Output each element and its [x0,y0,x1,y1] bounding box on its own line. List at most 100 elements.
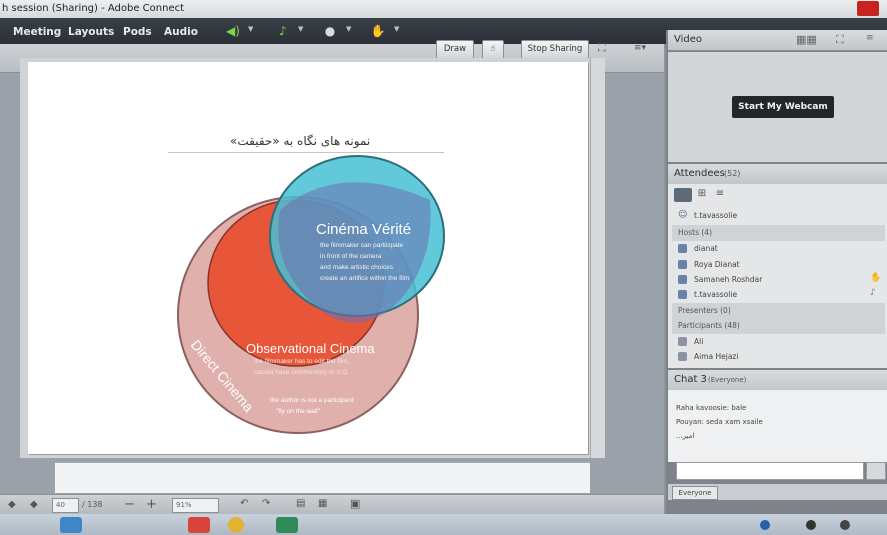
chat-pod-body [668,390,887,462]
page-number-field[interactable]: 40 [52,498,79,513]
menu-pods[interactable]: Pods [123,26,152,38]
os-taskbar [0,514,887,535]
chevron-down-icon[interactable]: ▼ [248,25,253,33]
participants-label: Participants (48) [678,321,740,330]
chat-pod-title: Chat 3 [674,374,707,385]
attendee-name: Ali [694,337,704,346]
attendee-name: Roya Dianat [694,260,740,269]
chevron-down-icon[interactable]: ▼ [346,25,351,33]
pointer-icon[interactable]: ☝ [482,40,504,59]
chat-recipient-select[interactable]: Everyone [672,486,718,500]
chat-pod-header: Chat 3 (Everyone) [668,370,887,391]
app-icon[interactable] [188,517,210,533]
next-slide-icon[interactable]: ◆ [30,499,38,510]
list-view-icon[interactable] [674,188,692,202]
window-title-bar: h session (Sharing) - Adobe Connect [0,0,887,19]
presenters-label: Presenters (0) [678,306,731,315]
draw-button[interactable]: Draw [436,40,474,59]
observational-heading: Observational Cinema [246,341,375,356]
list-item[interactable]: ☺ t.tavassolie [672,208,885,224]
zoom-out-icon[interactable]: − [124,497,135,512]
total-pages: / 138 [82,500,103,509]
verite-line: and make artistic choices [320,264,394,271]
chat-message: Pouyan: seda xam xsaile [676,418,763,426]
zoom-select[interactable]: 91% [172,498,219,513]
microphone-icon: ♪ [870,288,876,298]
slide-scrollbar[interactable] [590,58,605,458]
prev-slide-icon[interactable]: ◆ [8,499,16,510]
pod-options-icon[interactable]: ≡ [866,33,874,43]
chevron-down-icon[interactable]: ▼ [298,25,303,33]
presenters-group-header[interactable]: Presenters (0) [672,303,885,319]
raise-hand-icon: ✋ [870,273,882,283]
pod-options-icon[interactable]: ≡▾ [634,41,654,55]
fullscreen-icon[interactable]: ⛶ [836,33,844,47]
host-icon [678,260,687,269]
tray-icon[interactable] [806,520,816,530]
attendees-pod-title: Attendees [674,168,725,179]
menu-layouts[interactable]: Layouts [68,26,114,38]
raise-hand-icon[interactable]: ✋ [370,23,386,39]
send-message-button[interactable] [866,462,886,480]
list-item[interactable]: Samaneh Roshdar ✋ [672,272,885,288]
chrome-icon[interactable] [228,517,244,533]
excel-icon[interactable] [276,517,298,533]
list-item[interactable]: dianat [672,241,885,257]
attendee-name: t.tavassolie [694,290,738,299]
attendee-name: Samaneh Roshdar [694,275,763,284]
attendee-count: (52) [724,169,741,178]
host-icon [678,290,687,299]
direct-line: the author is not a participant [270,397,354,404]
verite-line: the filmmaker can participate [320,242,403,249]
host-icon [678,275,687,284]
list-item[interactable]: Aima Hejazi [672,349,885,365]
direct-line: "fly on the wall" [276,408,321,415]
video-pod-title: Video [674,34,703,45]
stop-sharing-button[interactable]: Stop Sharing [521,40,589,59]
observational-line: cannot have commentary or V.O. [254,369,349,376]
host-icon [678,244,687,253]
undo-icon[interactable]: ↶ [240,498,248,509]
hosts-group-header[interactable]: Hosts (4) [672,225,885,241]
microphone-icon[interactable]: ♪ [275,23,291,39]
hosts-label: Hosts (4) [678,228,712,237]
verite-heading: Cinéma Vérité [316,221,411,238]
status-view-icon[interactable]: ≡ [712,188,728,202]
tray-icon[interactable] [840,520,850,530]
chevron-down-icon[interactable]: ▼ [394,25,399,33]
attendee-name: dianat [694,244,718,253]
zoom-in-icon[interactable]: + [146,497,157,512]
sync-icon[interactable]: ▣ [350,497,360,510]
redo-icon[interactable]: ↷ [262,498,270,509]
window-title: h session (Sharing) - Adobe Connect [2,3,185,14]
document-icon[interactable]: ▤ [296,498,305,509]
list-item[interactable]: Roya Dianat [672,257,885,273]
explorer-icon[interactable] [60,517,82,533]
slide-title: نمونه های نگاه به «حقیقت» [230,134,371,148]
observational-line: the filmmaker has to edit the film, [254,358,350,365]
participants-group-header[interactable]: Participants (48) [672,318,885,334]
list-item[interactable]: t.tavassolie ♪ [672,287,885,303]
menu-meeting[interactable]: Meeting [13,26,61,38]
participant-icon [678,337,687,346]
fullscreen-icon[interactable]: ⛶ [598,41,612,55]
chat-input[interactable] [676,462,864,480]
menu-audio[interactable]: Audio [164,26,198,38]
grid-view-icon[interactable]: ▦▦ [796,33,817,46]
attendees-pod-header: Attendees (52) [668,164,887,185]
grid-view-icon[interactable]: ⊞ [694,188,710,202]
tray-icon[interactable] [760,520,770,530]
attendee-name: Aima Hejazi [694,352,739,361]
chat-scope: (Everyone) [708,376,747,384]
person-icon[interactable]: ● [322,23,338,39]
video-pod-header: Video ▦▦ ⛶ ≡ [668,30,887,51]
start-webcam-button[interactable]: Start My Webcam [732,96,834,118]
verite-line: create an artifice within the film [320,275,409,282]
layout-icon[interactable]: ▦ [318,498,327,509]
slide-navigation-toolbar: ◆ ◆ 40 / 138 − + 91% ↶ ↷ ▤ ▦ ▣ [0,494,664,515]
speaker-icon[interactable]: ◀) [225,23,241,39]
window-close-button[interactable] [857,1,879,16]
list-item[interactable]: Ali [672,334,885,350]
slide-notes-area [55,462,590,493]
chat-message: Raha kavoosie: bale [676,404,747,412]
